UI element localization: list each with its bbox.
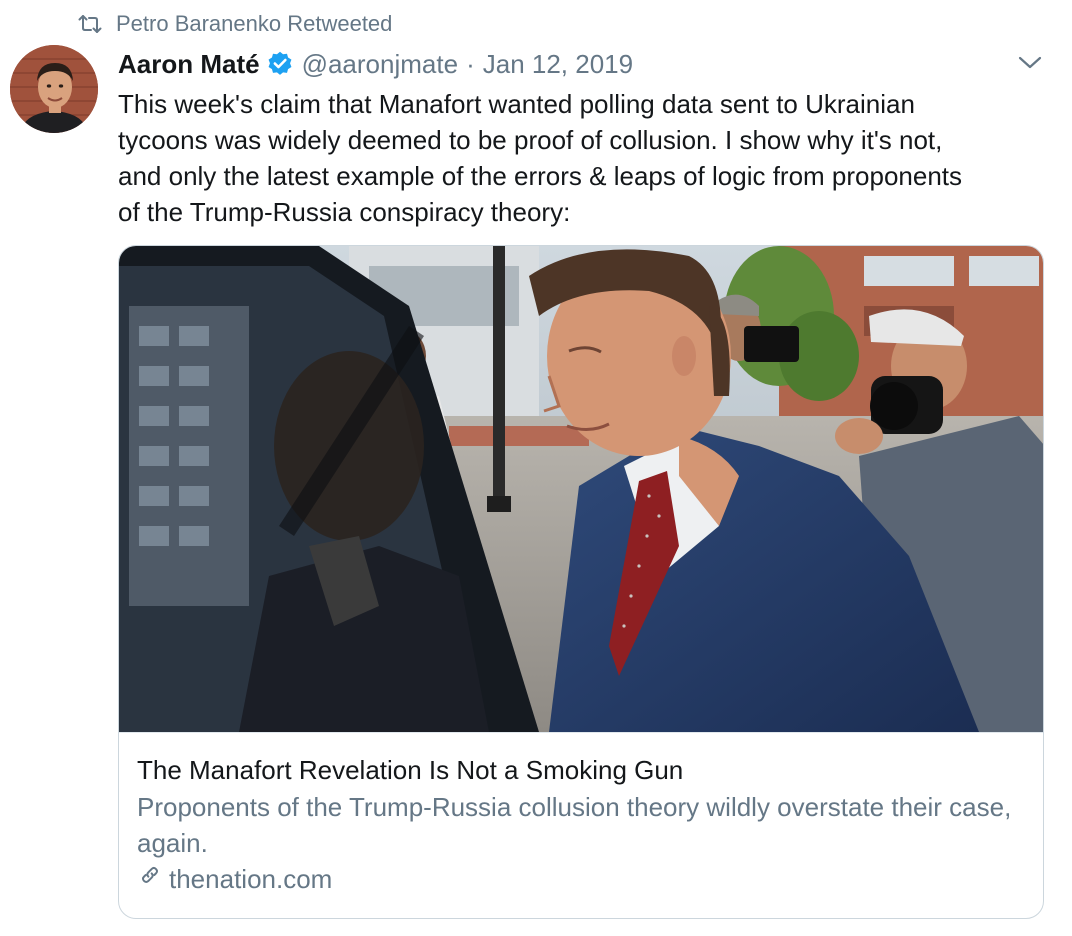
tweet-text-line: of the Trump-Russia conspiracy theory: bbox=[118, 197, 571, 227]
verified-badge-icon bbox=[266, 50, 294, 78]
link-icon bbox=[137, 861, 163, 897]
card-body[interactable]: The Manafort Revelation Is Not a Smoking… bbox=[119, 732, 1043, 918]
author-handle[interactable]: @aaronjmate bbox=[302, 49, 458, 80]
card-domain: thenation.com bbox=[169, 864, 333, 894]
link-card[interactable]: The Manafort Revelation Is Not a Smoking… bbox=[118, 245, 1044, 919]
retweet-context[interactable]: Petro Baranenko Retweeted bbox=[78, 10, 392, 38]
card-domain-row[interactable]: thenation.com bbox=[137, 861, 1027, 897]
card-description: Proponents of the Trump-Russia collusion… bbox=[137, 792, 1012, 858]
avatar[interactable] bbox=[10, 45, 98, 133]
card-image[interactable] bbox=[119, 246, 1043, 732]
tweet-text-line: This week's claim that Manafort wanted p… bbox=[118, 89, 915, 119]
separator-dot: · bbox=[466, 48, 475, 79]
tweet-header: Aaron Maté @aaronjmate · Jan 12, 2019 bbox=[118, 46, 633, 82]
author-display-name[interactable]: Aaron Maté bbox=[118, 49, 260, 80]
tweet-text: This week's claim that Manafort wanted p… bbox=[118, 86, 1058, 230]
tweet-date[interactable]: Jan 12, 2019 bbox=[483, 49, 633, 80]
tweet-text-line: tycoons was widely deemed to be proof of… bbox=[118, 125, 943, 155]
tweet-text-line: and only the latest example of the error… bbox=[118, 161, 963, 191]
retweet-icon bbox=[78, 13, 102, 35]
retweet-label: Petro Baranenko Retweeted bbox=[116, 11, 393, 36]
card-title[interactable]: The Manafort Revelation Is Not a Smoking… bbox=[137, 753, 1027, 787]
chevron-down-icon[interactable] bbox=[1017, 53, 1043, 73]
